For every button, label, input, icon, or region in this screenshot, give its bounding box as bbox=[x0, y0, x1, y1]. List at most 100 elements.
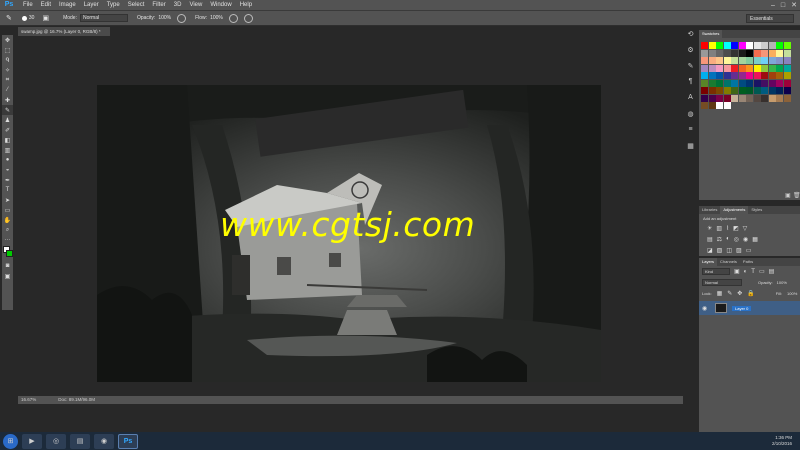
swatch[interactable] bbox=[746, 94, 753, 102]
swatch[interactable] bbox=[776, 57, 783, 64]
healing-tool-icon[interactable]: ✚ bbox=[2, 95, 13, 105]
swatch[interactable] bbox=[761, 57, 768, 64]
swatch[interactable] bbox=[761, 79, 768, 87]
swatch[interactable] bbox=[716, 102, 723, 109]
swatch[interactable] bbox=[738, 94, 746, 102]
swatch[interactable] bbox=[783, 72, 791, 79]
menu-help[interactable]: Help bbox=[236, 0, 256, 11]
swatch[interactable] bbox=[738, 64, 746, 72]
swatch[interactable] bbox=[716, 79, 723, 87]
swatch[interactable] bbox=[731, 49, 738, 57]
swatch[interactable] bbox=[768, 94, 776, 102]
quick-select-tool-icon[interactable]: ✧ bbox=[2, 65, 13, 75]
swatch[interactable] bbox=[701, 102, 708, 109]
minimize-icon[interactable]: – bbox=[771, 0, 775, 11]
layer-thumbnail[interactable] bbox=[715, 303, 727, 313]
gradient-tool-icon[interactable]: ▥ bbox=[2, 145, 13, 155]
swatch[interactable] bbox=[708, 42, 716, 49]
swatch[interactable] bbox=[723, 57, 731, 64]
flow-value[interactable]: 100% bbox=[210, 11, 223, 26]
photoshop-task-icon[interactable]: Ps bbox=[118, 433, 138, 449]
menu-file[interactable]: File bbox=[19, 0, 37, 11]
swatch[interactable] bbox=[761, 72, 768, 79]
swatch[interactable] bbox=[761, 64, 768, 72]
swatch[interactable] bbox=[776, 87, 783, 94]
tab-libraries[interactable]: Libraries bbox=[699, 206, 720, 214]
eyedropper-tool-icon[interactable]: ⁄ bbox=[2, 85, 13, 95]
swatch[interactable] bbox=[783, 79, 791, 87]
levels-icon[interactable]: ▥ bbox=[716, 225, 722, 232]
gradient-map-icon[interactable]: ▭ bbox=[746, 247, 752, 254]
kind-filter[interactable]: Kind bbox=[702, 268, 730, 275]
marquee-tool-icon[interactable]: ⬚ bbox=[2, 45, 13, 55]
swatch[interactable] bbox=[723, 79, 731, 87]
swatch[interactable] bbox=[731, 42, 738, 49]
swatch[interactable] bbox=[761, 87, 768, 94]
swatch[interactable] bbox=[776, 94, 783, 102]
swatch[interactable] bbox=[753, 64, 761, 72]
swatch[interactable] bbox=[746, 42, 753, 49]
swatch[interactable] bbox=[716, 42, 723, 49]
swatch[interactable] bbox=[783, 94, 791, 102]
swatch[interactable] bbox=[746, 79, 753, 87]
swatch[interactable] bbox=[746, 57, 753, 64]
clone-stamp-tool-icon[interactable]: ♟ bbox=[2, 115, 13, 125]
swatch[interactable] bbox=[768, 72, 776, 79]
paragraph-icon[interactable]: ¶ bbox=[686, 78, 695, 87]
swatch[interactable] bbox=[701, 57, 708, 64]
swatch[interactable] bbox=[716, 49, 723, 57]
swatch[interactable] bbox=[701, 49, 708, 57]
tab-adjustments[interactable]: Adjustments bbox=[720, 206, 749, 214]
tab-styles[interactable]: Styles bbox=[748, 206, 765, 214]
eraser-tool-icon[interactable]: ◧ bbox=[2, 135, 13, 145]
layer-opacity-value[interactable]: 100% bbox=[777, 280, 787, 285]
selective-color-icon[interactable]: ▨ bbox=[736, 247, 742, 254]
threshold-icon[interactable]: ◫ bbox=[726, 247, 732, 254]
workspace-select[interactable]: Essentials bbox=[746, 14, 794, 23]
swatch[interactable] bbox=[708, 87, 716, 94]
swatch[interactable] bbox=[716, 57, 723, 64]
swatch[interactable] bbox=[701, 87, 708, 94]
swatch[interactable] bbox=[746, 72, 753, 79]
zoom-tool-icon[interactable]: ⌕ bbox=[2, 225, 13, 235]
layer-name[interactable]: Layer 0 bbox=[732, 305, 752, 311]
swatch[interactable] bbox=[776, 49, 783, 57]
swatch[interactable] bbox=[731, 79, 738, 87]
maximize-icon[interactable]: □ bbox=[781, 0, 785, 11]
swatch[interactable] bbox=[701, 42, 708, 49]
styles-icon[interactable]: ▦ bbox=[686, 142, 695, 151]
blend-mode-select[interactable]: Normal bbox=[702, 279, 742, 286]
swatch[interactable] bbox=[783, 42, 791, 49]
mode-select[interactable]: Normal bbox=[79, 14, 128, 22]
curves-icon[interactable]: ⌇ bbox=[726, 225, 729, 232]
brush-presets-icon[interactable]: ✎ bbox=[686, 62, 695, 71]
swatch[interactable] bbox=[776, 79, 783, 87]
swatch[interactable] bbox=[738, 79, 746, 87]
color-balance-icon[interactable]: ⚖ bbox=[717, 236, 722, 243]
color-lookup-icon[interactable]: ▦ bbox=[752, 236, 758, 243]
swatch[interactable] bbox=[731, 87, 738, 94]
swatch[interactable] bbox=[716, 87, 723, 94]
eye-icon[interactable]: ◉ bbox=[702, 305, 710, 312]
new-swatch-icon[interactable]: ▣ bbox=[785, 192, 791, 199]
pen-tool-icon[interactable]: ✒ bbox=[2, 175, 13, 185]
firefox-icon[interactable]: ◉ bbox=[94, 433, 114, 449]
start-button[interactable]: ⊞ bbox=[3, 433, 18, 449]
brush-tool-icon[interactable]: ✎ bbox=[2, 105, 13, 115]
tab-channels[interactable]: Channels bbox=[717, 258, 740, 266]
swatch[interactable] bbox=[761, 49, 768, 57]
brush-panel-icon[interactable]: ▣ bbox=[42, 11, 49, 26]
explorer-icon[interactable]: ▤ bbox=[70, 433, 90, 449]
swatch[interactable] bbox=[731, 64, 738, 72]
swatch[interactable] bbox=[723, 42, 731, 49]
swatch[interactable] bbox=[753, 79, 761, 87]
filter-shape-icon[interactable]: ▭ bbox=[759, 268, 765, 275]
pressure-opacity-icon[interactable] bbox=[177, 13, 187, 23]
lock-pixels-icon[interactable]: ▦ bbox=[717, 290, 723, 297]
layer-row[interactable]: ◉ Layer 0 bbox=[699, 301, 800, 315]
swatch[interactable] bbox=[708, 79, 716, 87]
lasso-tool-icon[interactable]: ᑫ bbox=[2, 55, 13, 65]
swatch[interactable] bbox=[723, 87, 731, 94]
swatch[interactable] bbox=[768, 64, 776, 72]
bw-icon[interactable]: ◐ bbox=[726, 236, 730, 243]
